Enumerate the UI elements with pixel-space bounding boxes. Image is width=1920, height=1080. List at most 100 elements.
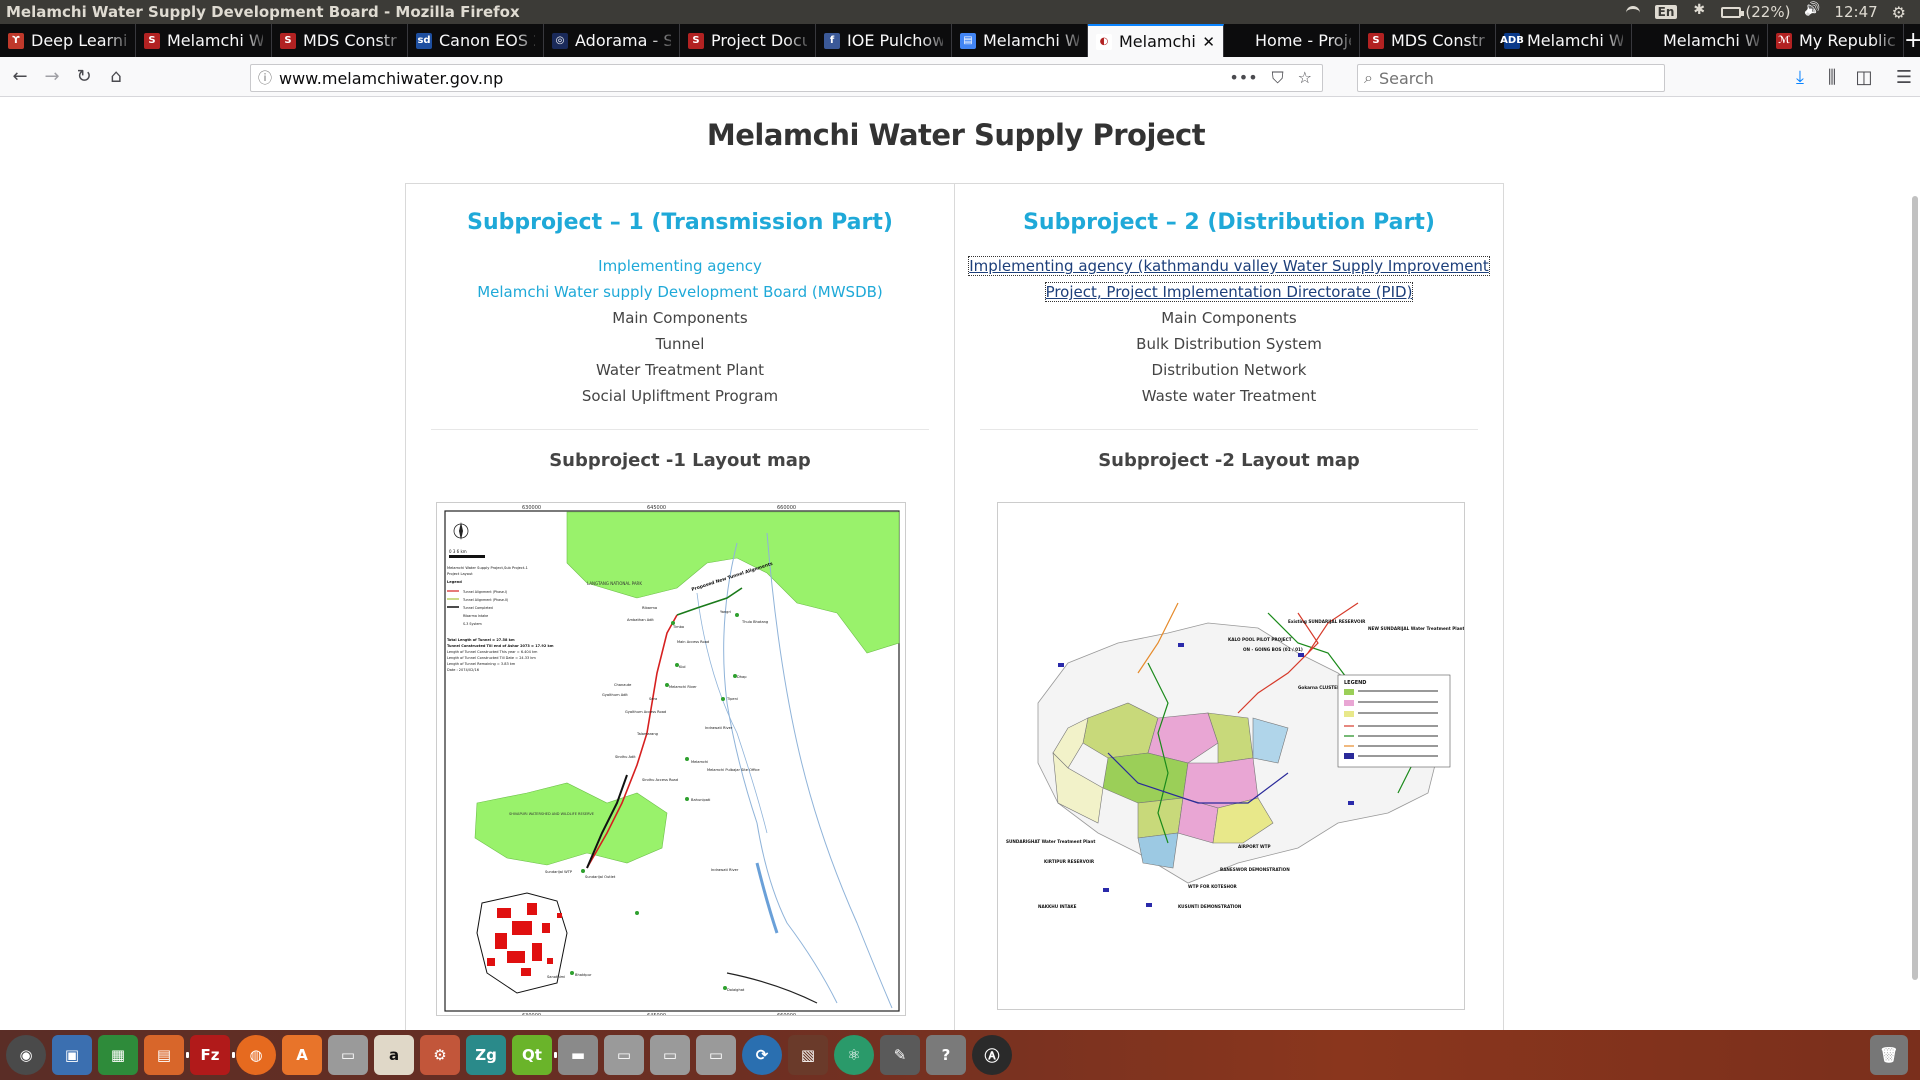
page-scrollbar[interactable]	[1908, 98, 1920, 1030]
photo-icon[interactable]: ▧	[788, 1035, 828, 1075]
implementing-agency-link[interactable]: Implementing agency (kathmandu valley Wa…	[968, 253, 1490, 305]
url-bar[interactable]: ⓘ www.melamchiwater.gov.np ••• ⛉ ☆	[250, 64, 1323, 92]
trash-icon[interactable]: 🗑	[1870, 1035, 1908, 1075]
tab-label: Melamchi W	[983, 31, 1079, 50]
implementing-agency-label[interactable]: Implementing agency	[406, 253, 954, 279]
component-item: Distribution Network	[1151, 361, 1307, 379]
tab-label: Adorama - S	[575, 31, 671, 50]
wifi-icon[interactable]	[1625, 5, 1641, 19]
qt-creator-icon[interactable]: Qt	[512, 1035, 552, 1075]
tab-favicon-icon: sd	[416, 32, 432, 49]
subproject-1-heading: Subproject – 1 (Transmission Part)	[467, 210, 893, 235]
atom-icon[interactable]: ⚛	[834, 1035, 874, 1075]
map1-place: Gyalthum Access Road	[625, 710, 666, 714]
software-center-icon[interactable]: A	[282, 1035, 322, 1075]
zotero-icon[interactable]: Zg	[466, 1035, 506, 1075]
hamburger-menu-icon[interactable]: ☰	[1888, 61, 1920, 93]
help-icon[interactable]: ?	[926, 1035, 966, 1075]
drive-2-icon[interactable]: ▭	[604, 1035, 644, 1075]
ubuntu-dash-icon[interactable]: ◉	[6, 1035, 46, 1075]
volume-icon[interactable]	[1804, 5, 1820, 19]
browser-tab[interactable]: S MDS Constr	[272, 24, 408, 57]
taskbar-dock: ◉ ▣ ▦ ▤ Fz ◍ A ▭ a ⚙ Zg Qt ▬ ▭ ▭ ▭ ⟳ ▧ ⚛…	[0, 1030, 1920, 1080]
subproject-1-layout-map[interactable]: 630000 645000 660000 630000 645000 66000…	[436, 502, 906, 1016]
battery-indicator[interactable]: (22%)	[1721, 3, 1790, 21]
reload-button[interactable]: ↻	[68, 61, 100, 93]
browser-tab[interactable]: ◐ Melamchi ✕	[1088, 24, 1224, 57]
updater-icon[interactable]: Ⓐ	[972, 1035, 1012, 1075]
map1-place: Indrawati River	[711, 868, 739, 872]
browser-tab[interactable]: S MDS Constr	[1360, 24, 1496, 57]
power-gear-icon[interactable]: ⚙	[1892, 3, 1906, 22]
new-tab-button[interactable]: +	[1904, 24, 1920, 57]
browser-tab[interactable]: ℳ My Republica	[1768, 24, 1904, 57]
system-settings-icon[interactable]: ⚙	[420, 1035, 460, 1075]
search-placeholder: Search	[1378, 68, 1434, 88]
subproject-1-map-heading: Subproject -1 Layout map	[549, 450, 811, 471]
text-editor-icon[interactable]: ✎	[880, 1035, 920, 1075]
drive-icon[interactable]: ▭	[328, 1035, 368, 1075]
amazon-icon[interactable]: a	[374, 1035, 414, 1075]
files-icon[interactable]: ▬	[554, 1035, 598, 1075]
keyboard-language-indicator[interactable]: En	[1654, 5, 1678, 19]
presentation-icon[interactable]: ▤	[144, 1035, 184, 1075]
implementing-agency-name[interactable]: Melamchi Water supply Development Board …	[406, 279, 954, 305]
firefox-icon[interactable]: ◍	[232, 1035, 276, 1075]
spreadsheet-icon[interactable]: ▦	[98, 1035, 138, 1075]
url-text[interactable]: www.melamchiwater.gov.np	[279, 69, 1229, 88]
bookmark-star-icon[interactable]: ☆	[1298, 68, 1312, 88]
pocket-icon[interactable]: ⛉	[1272, 68, 1284, 88]
page-actions-icon[interactable]: •••	[1229, 68, 1257, 88]
implementing-agency-line-2[interactable]: Project, Project Implementation Director…	[1044, 282, 1414, 302]
implementing-agency-line-1[interactable]: Implementing agency (kathmandu valley Wa…	[968, 256, 1490, 276]
browser-tab[interactable]: ◎ Adorama - S	[544, 24, 680, 57]
map1-place: SHIVAPURI WATERSHED AND WILDLIFE RESERVE	[509, 812, 594, 816]
close-tab-icon[interactable]: ✕	[1202, 33, 1215, 51]
scrollbar-thumb[interactable]	[1912, 196, 1918, 980]
map1-legend-item: S-3 System	[463, 622, 482, 626]
map1-place: Sindhu Access Road	[642, 778, 678, 782]
tab-favicon-icon: S	[144, 32, 160, 49]
forward-button[interactable]: →	[36, 61, 68, 93]
browser-tab[interactable]: ADB Melamchi W	[1496, 24, 1632, 57]
browser-tab[interactable]: Melamchi Wate	[1632, 24, 1768, 57]
search-bar[interactable]: ⌕ Search	[1357, 64, 1665, 92]
map1-place: Dhap	[737, 675, 747, 679]
map2-label: Existing SUNDARIJAL RESERVOIR	[1288, 619, 1366, 624]
map1-place: Main Access Road	[677, 640, 709, 644]
site-info-icon[interactable]: ⓘ	[251, 68, 279, 88]
component-item: Social Upliftment Program	[581, 387, 779, 405]
downloads-icon[interactable]: ⤓	[1784, 61, 1816, 93]
battery-icon	[1721, 6, 1745, 18]
back-button[interactable]: ←	[4, 61, 36, 93]
map1-place: Bhaktpur	[575, 973, 592, 977]
filezilla-icon[interactable]: Fz	[186, 1035, 230, 1075]
tab-label: Home - Project	[1255, 31, 1351, 50]
drive-4-icon[interactable]: ▭	[696, 1035, 736, 1075]
browser-tab[interactable]: sd Canon EOS 2	[408, 24, 544, 57]
bluetooth-icon[interactable]	[1691, 2, 1707, 19]
browser-tab[interactable]: ϒ Deep Learnin	[0, 24, 136, 57]
browser-tab[interactable]: Home - Project	[1224, 24, 1360, 57]
image-viewer-icon[interactable]: ▣	[52, 1035, 92, 1075]
browser-tab[interactable]: S Project Docu	[680, 24, 816, 57]
tab-label: IOE Pulchow	[847, 31, 943, 50]
browser-tab[interactable]: ▤ Melamchi W	[952, 24, 1088, 57]
browser-tab[interactable]: S Melamchi W	[136, 24, 272, 57]
tab-label: Canon EOS 2	[439, 31, 535, 50]
tab-label: MDS Constr	[303, 31, 397, 50]
map1-place: Sundarijal Outlet	[585, 875, 616, 879]
library-icon[interactable]: ⫼	[1816, 61, 1848, 93]
map1-place: Dolalghat	[727, 988, 745, 992]
browser-tab[interactable]: f IOE Pulchow	[816, 24, 952, 57]
sync-icon[interactable]: ⟳	[742, 1035, 782, 1075]
drive-3-icon[interactable]: ▭	[650, 1035, 690, 1075]
tab-favicon-icon: ADB	[1500, 32, 1524, 49]
subproject-2-layout-map[interactable]: KALO POOL PILOT PROJECT Existing SUNDARI…	[997, 502, 1465, 1010]
clock[interactable]: 12:47	[1834, 3, 1877, 21]
tab-favicon-icon: S	[688, 32, 704, 49]
map1-place: Kiol	[679, 665, 686, 669]
tab-label: My Republica	[1799, 31, 1895, 50]
home-button[interactable]: ⌂	[100, 61, 132, 93]
sidebar-icon[interactable]: ◫	[1848, 61, 1880, 93]
